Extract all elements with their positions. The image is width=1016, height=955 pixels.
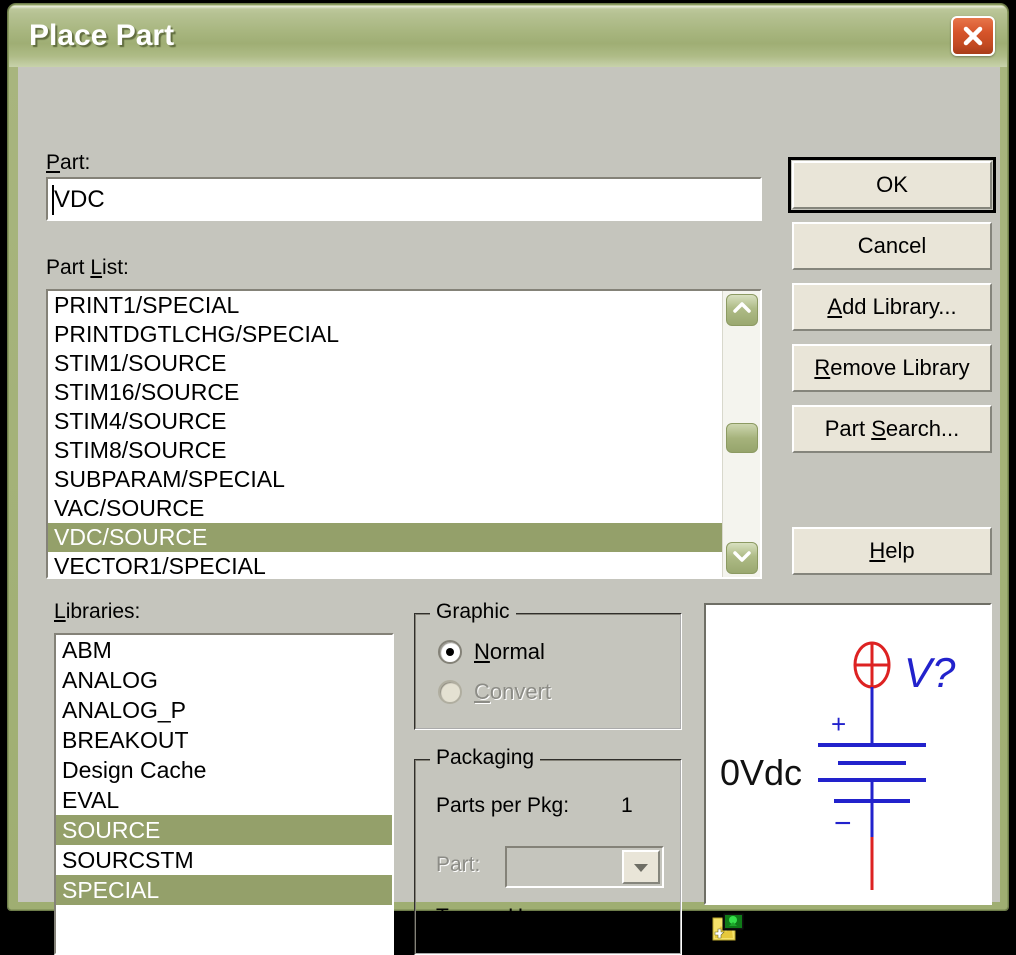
list-item[interactable]: SUBPARAM/SPECIAL xyxy=(48,465,722,494)
dropdown-arrow-button xyxy=(622,850,660,884)
remove-library-button[interactable]: Remove Library xyxy=(792,344,992,392)
new-graphic-icon[interactable] xyxy=(712,912,746,944)
part-input-value: VDC xyxy=(54,186,105,213)
title-bar-gloss xyxy=(11,6,1005,9)
list-item[interactable]: BREAKOUT xyxy=(56,725,392,755)
list-item[interactable]: VECTOR1/SPECIAL xyxy=(48,552,722,577)
add-library-button-label: Add Library... xyxy=(827,294,957,319)
close-button[interactable] xyxy=(951,16,995,56)
list-item-selected[interactable]: VDC/SOURCE xyxy=(48,523,722,552)
libraries-label: Libraries: xyxy=(54,600,141,623)
list-item[interactable]: PRINTDGTLCHG/SPECIAL xyxy=(48,320,722,349)
list-item[interactable]: STIM16/SOURCE xyxy=(48,378,722,407)
list-item[interactable]: SOURCSTM xyxy=(56,845,392,875)
part-list[interactable]: PRINT1/SPECIAL PRINTDGTLCHG/SPECIAL STIM… xyxy=(46,289,762,579)
scroll-up-button[interactable] xyxy=(726,294,758,326)
part-label: Part: xyxy=(46,151,91,174)
packaging-type-label: Type: xyxy=(436,905,488,928)
window-title: Place Part xyxy=(29,19,175,52)
part-list-label: Part List: xyxy=(46,256,129,279)
list-item[interactable]: Design Cache xyxy=(56,755,392,785)
cancel-button-label: Cancel xyxy=(857,233,927,258)
add-library-button[interactable]: Add Library... xyxy=(792,283,992,331)
parts-per-pkg-label: Parts per Pkg: xyxy=(436,794,570,817)
parts-per-pkg-value: 1 xyxy=(621,794,633,817)
radio-button-normal-icon xyxy=(438,640,462,664)
list-item[interactable]: STIM1/SOURCE xyxy=(48,349,722,378)
part-search-button-label: Part Search... xyxy=(824,416,960,441)
list-item[interactable]: ANALOG_P xyxy=(56,695,392,725)
list-item[interactable]: PRINT1/SPECIAL xyxy=(48,291,722,320)
remove-library-button-label: Remove Library xyxy=(814,355,970,380)
chevron-down-icon xyxy=(624,863,658,873)
ok-button-label: OK xyxy=(876,172,908,197)
help-button-label: Help xyxy=(869,538,915,563)
libraries-list[interactable]: ABM ANALOG ANALOG_P BREAKOUT Design Cach… xyxy=(54,633,394,955)
radio-button-convert-icon xyxy=(438,680,462,704)
list-item[interactable]: VAC/SOURCE xyxy=(48,494,722,523)
graphic-group-title: Graphic xyxy=(430,600,516,624)
graphic-group: Graphic Normal Convert xyxy=(414,600,682,730)
close-icon xyxy=(953,22,993,50)
scrollbar-thumb[interactable] xyxy=(726,423,758,453)
list-item[interactable]: ABM xyxy=(56,635,392,665)
svg-text:−: − xyxy=(834,807,852,840)
radio-normal[interactable]: Normal xyxy=(438,639,545,665)
scroll-down-button[interactable] xyxy=(726,542,758,574)
title-bar[interactable]: Place Part xyxy=(9,5,1007,67)
packaging-part-label: Part: xyxy=(436,853,481,876)
cancel-button[interactable]: Cancel xyxy=(792,222,992,270)
part-list-scrollbar[interactable] xyxy=(722,291,760,577)
packaging-type-value: Homogeneous xyxy=(508,905,645,928)
chevron-up-icon xyxy=(727,301,757,315)
ok-button[interactable]: OK xyxy=(788,157,996,213)
vdc-symbol-graphic: + − 0Vdc V? xyxy=(720,641,956,890)
list-item[interactable]: ANALOG xyxy=(56,665,392,695)
symbol-preview: + − 0Vdc V? xyxy=(704,603,992,905)
svg-text:0Vdc: 0Vdc xyxy=(720,752,802,793)
radio-normal-label: Normal xyxy=(474,639,545,664)
list-item[interactable]: STIM4/SOURCE xyxy=(48,407,722,436)
list-item-selected[interactable]: SPECIAL xyxy=(56,875,392,905)
packaging-group-title: Packaging xyxy=(430,746,541,770)
part-list-items: PRINT1/SPECIAL PRINTDGTLCHG/SPECIAL STIM… xyxy=(48,291,722,577)
list-item[interactable]: STIM8/SOURCE xyxy=(48,436,722,465)
list-item[interactable]: EVAL xyxy=(56,785,392,815)
chevron-down-icon xyxy=(727,549,757,563)
part-search-button[interactable]: Part Search... xyxy=(792,405,992,453)
help-button[interactable]: Help xyxy=(792,527,992,575)
part-input[interactable]: VDC xyxy=(46,177,762,221)
radio-convert-label: Convert xyxy=(474,679,552,704)
svg-text:+: + xyxy=(831,709,846,739)
packaging-part-combobox xyxy=(505,846,664,888)
place-part-dialog: Place Part Part: VDC Part List: PRINT1/S… xyxy=(8,4,1008,955)
svg-text:V?: V? xyxy=(904,649,956,696)
radio-convert: Convert xyxy=(438,679,551,705)
dialog-body: Part: VDC Part List: PRINT1/SPECIAL PRIN… xyxy=(18,67,1000,955)
list-item-selected[interactable]: SOURCE xyxy=(56,815,392,845)
